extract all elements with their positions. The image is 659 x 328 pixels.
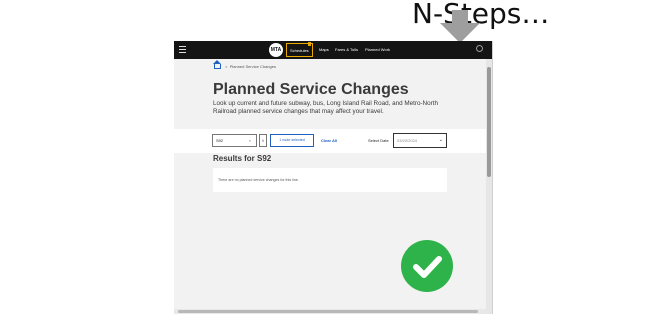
breadcrumb: > Planned Service Changes <box>213 60 276 70</box>
hscrollbar-thumb[interactable] <box>178 310 478 313</box>
hamburger-icon[interactable] <box>179 46 186 54</box>
results-message: There are no planned service changes for… <box>218 178 299 182</box>
clear-route-icon[interactable]: × <box>249 135 251 146</box>
select-date-label: Select Date <box>368 138 389 143</box>
scrollbar-thumb[interactable] <box>487 67 491 177</box>
slide-title: N-Steps… <box>412 0 550 30</box>
nav-fares-tolls[interactable]: Fares & Tolls <box>335 47 358 52</box>
results-card: There are no planned service changes for… <box>213 168 447 192</box>
routes-selected-button[interactable]: 1 route selected <box>270 134 314 147</box>
mta-logo[interactable]: MTA <box>269 43 283 57</box>
date-select[interactable]: 03/20/2024 ⌄ <box>393 133 447 148</box>
breadcrumb-separator: > <box>225 64 229 69</box>
home-icon[interactable] <box>213 60 221 70</box>
results-title: Results for S92 <box>213 154 272 163</box>
checkmark-icon <box>401 240 453 292</box>
vertical-scrollbar[interactable] <box>486 59 492 314</box>
filter-bar: S92 × ∨ 1 route selected Clear All Selec… <box>174 129 486 153</box>
page-description: Look up current and future subway, bus, … <box>213 100 438 115</box>
nav-maps[interactable]: Maps <box>319 47 329 52</box>
arrow-down-icon <box>440 23 480 43</box>
horizontal-scrollbar[interactable] <box>174 309 486 314</box>
page-title: Planned Service Changes <box>213 81 409 98</box>
date-value: 03/20/2024 <box>397 138 418 143</box>
top-navigation: MTA Schedules Maps Fares & Tolls Planned… <box>174 41 492 59</box>
arrow-shaft <box>452 10 468 24</box>
search-icon[interactable] <box>476 45 483 52</box>
chevron-down-icon: ⌄ <box>438 137 443 143</box>
breadcrumb-current: Planned Service Changes <box>229 64 276 69</box>
nav-planned-work[interactable]: Planned Work <box>365 47 390 52</box>
route-value: S92 <box>216 138 224 143</box>
route-select[interactable]: S92 × <box>212 134 257 147</box>
clear-all-link[interactable]: Clear All <box>321 138 337 143</box>
route-dropdown-toggle[interactable]: ∨ <box>259 134 267 147</box>
nav-badge <box>308 42 311 46</box>
